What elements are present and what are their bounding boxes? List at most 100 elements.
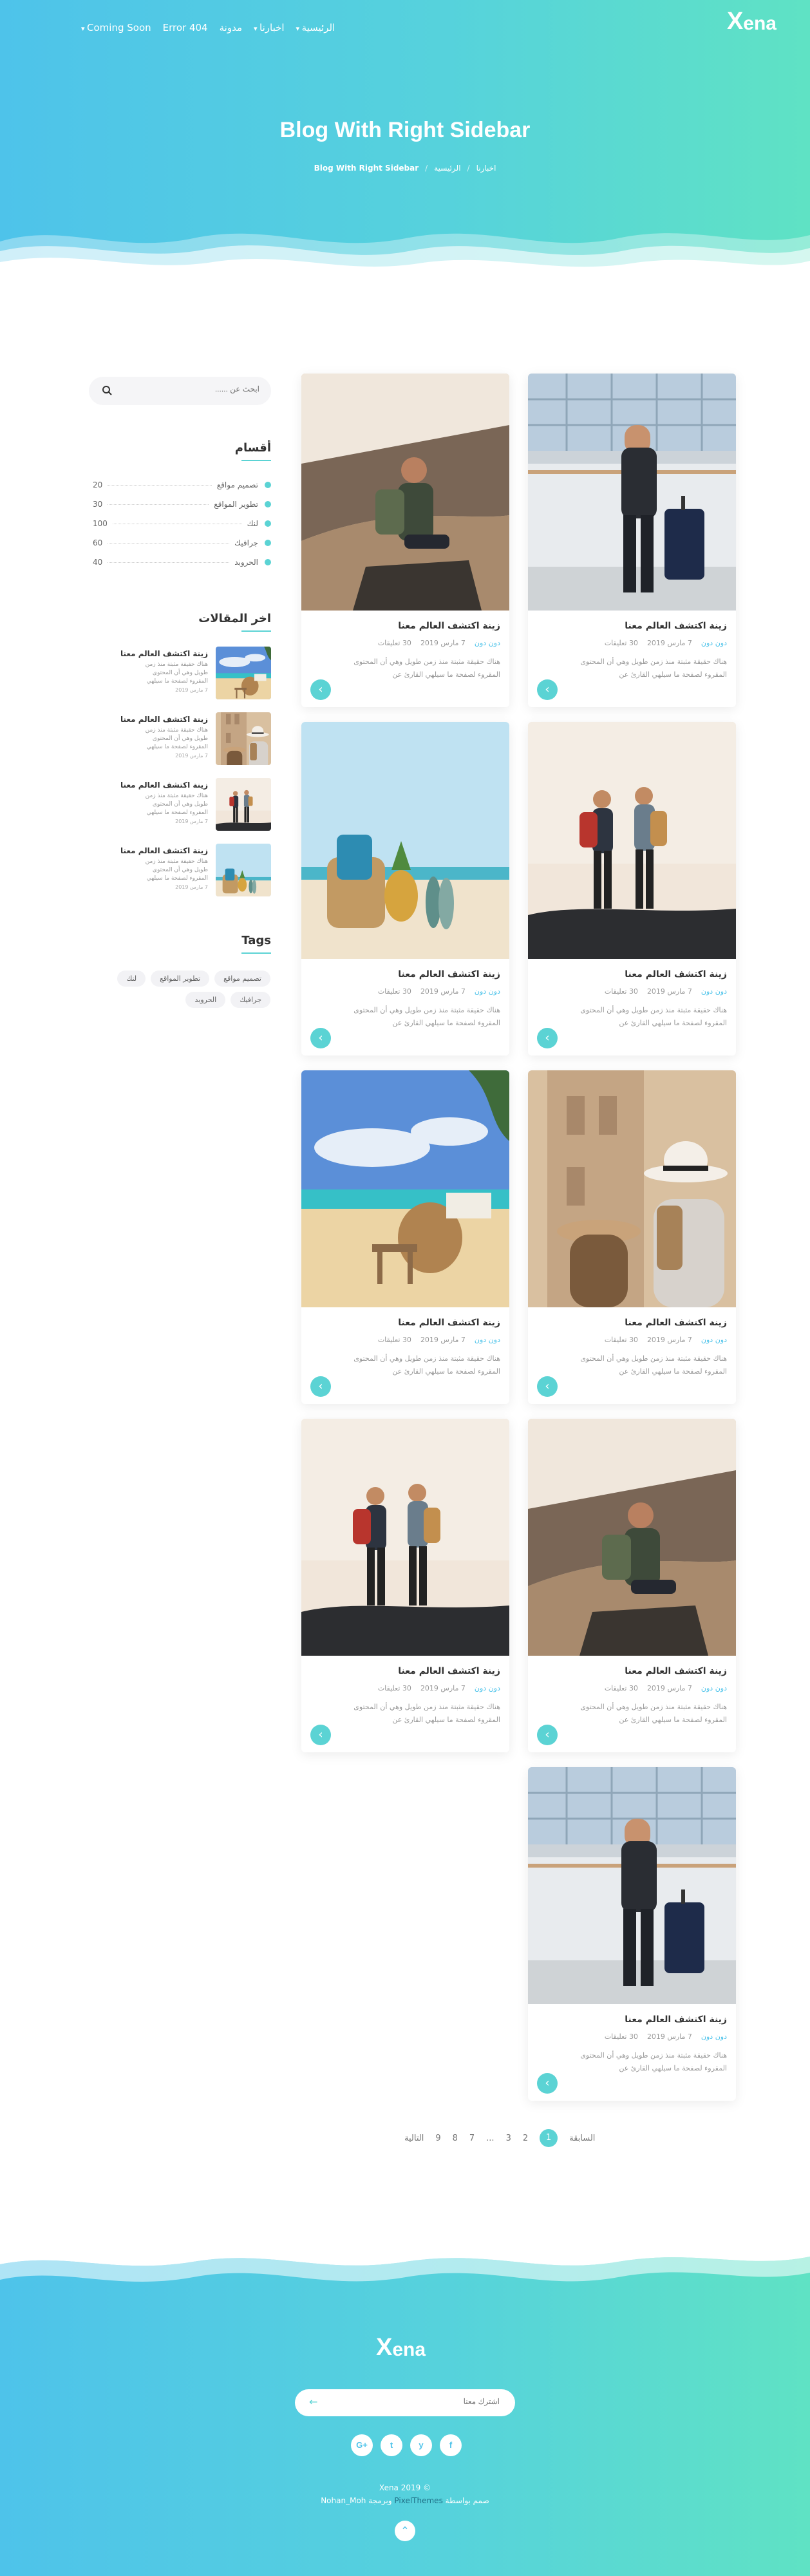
pagination-page[interactable]: 7 bbox=[469, 2134, 475, 2143]
post-author[interactable]: دون دون bbox=[475, 1684, 500, 1692]
category-name[interactable]: جرافيك bbox=[234, 538, 258, 547]
recent-post-title[interactable]: زينة اكتشف العالم معنا bbox=[120, 781, 208, 790]
category-name[interactable]: تطوير المواقع bbox=[214, 500, 258, 509]
search-icon[interactable] bbox=[102, 385, 112, 395]
recent-post[interactable]: زينة اكتشف العالم معنا هناك حقيقة مثبتة … bbox=[89, 712, 271, 765]
post-comments[interactable]: 30 تعليقات bbox=[378, 987, 411, 996]
post-card[interactable]: زينة اكتشف العالم معنا دون دون 7 مارس 201… bbox=[528, 374, 736, 707]
category-name[interactable]: الحروبد bbox=[234, 558, 258, 567]
category-item[interactable]: تصميم مواقع 20 bbox=[93, 478, 271, 491]
post-card[interactable]: زينة اكتشف العالم معنا دون دون 7 مارس 201… bbox=[301, 1419, 509, 1752]
post-card[interactable]: زينة اكتشف العالم معنا دون دون 7 مارس 201… bbox=[528, 1419, 736, 1752]
nav-news[interactable]: اخبارنا bbox=[254, 22, 285, 33]
post-image[interactable] bbox=[301, 722, 509, 959]
category-item[interactable]: تطوير المواقع 30 bbox=[93, 498, 271, 511]
read-more-button[interactable]: ‹ bbox=[310, 1028, 331, 1048]
recent-post[interactable]: زينة اكتشف العالم معنا هناك حقيقة مثبتة … bbox=[89, 647, 271, 699]
pagination-prev[interactable]: السابقة bbox=[569, 2134, 595, 2143]
post-author[interactable]: دون دون bbox=[701, 987, 727, 996]
post-card[interactable]: زينة اكتشف العالم معنا دون دون 7 مارس 201… bbox=[301, 722, 509, 1056]
arrow-left-icon[interactable]: ← bbox=[309, 2396, 317, 2408]
post-title[interactable]: زينة اكتشف العالم معنا bbox=[625, 1666, 727, 1676]
post-comments[interactable]: 30 تعليقات bbox=[378, 639, 411, 647]
post-title[interactable]: زينة اكتشف العالم معنا bbox=[625, 2014, 727, 2025]
site-logo[interactable]: Xena bbox=[727, 9, 777, 33]
search-input[interactable] bbox=[131, 384, 259, 393]
recent-post[interactable]: زينة اكتشف العالم معنا هناك حقيقة مثبتة … bbox=[89, 844, 271, 896]
footer-logo[interactable]: Xena bbox=[376, 2335, 426, 2360]
youtube-icon[interactable]: y bbox=[410, 2434, 432, 2456]
post-image[interactable] bbox=[301, 1419, 509, 1656]
pagination-page[interactable]: 3 bbox=[506, 2134, 511, 2143]
tag[interactable]: لنك bbox=[117, 971, 146, 987]
credit-author[interactable]: PixelThemes bbox=[394, 2496, 442, 2505]
tag[interactable]: الحروبد bbox=[185, 992, 226, 1008]
recent-post-title[interactable]: زينة اكتشف العالم معنا bbox=[120, 649, 208, 658]
post-title[interactable]: زينة اكتشف العالم معنا bbox=[625, 969, 727, 980]
post-author[interactable]: دون دون bbox=[475, 987, 500, 996]
recent-post-image[interactable] bbox=[216, 778, 271, 831]
read-more-button[interactable]: ‹ bbox=[310, 679, 331, 700]
pagination-current[interactable]: 1 bbox=[540, 2129, 558, 2147]
post-author[interactable]: دون دون bbox=[701, 639, 727, 647]
recent-post-image[interactable] bbox=[216, 844, 271, 896]
post-image[interactable] bbox=[528, 374, 736, 611]
post-card[interactable]: زينة اكتشف العالم معنا دون دون 7 مارس 201… bbox=[301, 1070, 509, 1404]
post-title[interactable]: زينة اكتشف العالم معنا bbox=[398, 1318, 500, 1328]
post-author[interactable]: دون دون bbox=[701, 1336, 727, 1344]
post-author[interactable]: دون دون bbox=[475, 639, 500, 647]
breadcrumb-news[interactable]: اخبارنا bbox=[476, 164, 496, 173]
google-plus-icon[interactable]: G+ bbox=[351, 2434, 373, 2456]
tag[interactable]: تطوير المواقع bbox=[151, 971, 210, 987]
pagination-page[interactable]: 9 bbox=[435, 2134, 440, 2143]
read-more-button[interactable]: ‹ bbox=[537, 1376, 558, 1397]
nav-home[interactable]: الرئيسية bbox=[296, 22, 335, 33]
pagination-next[interactable]: التالية bbox=[404, 2134, 424, 2143]
post-title[interactable]: زينة اكتشف العالم معنا bbox=[398, 969, 500, 980]
post-title[interactable]: زينة اكتشف العالم معنا bbox=[625, 1318, 727, 1328]
post-card[interactable]: زينة اكتشف العالم معنا دون دون 7 مارس 201… bbox=[528, 1767, 736, 2101]
subscribe-input[interactable] bbox=[371, 2397, 500, 2406]
post-card[interactable]: زينة اكتشف العالم معنا دون دون 7 مارس 201… bbox=[301, 374, 509, 707]
recent-post-title[interactable]: زينة اكتشف العالم معنا bbox=[120, 846, 208, 855]
post-comments[interactable]: 30 تعليقات bbox=[378, 1336, 411, 1344]
read-more-button[interactable]: ‹ bbox=[537, 1028, 558, 1048]
category-name[interactable]: لنك bbox=[247, 519, 258, 528]
post-title[interactable]: زينة اكتشف العالم معنا bbox=[398, 1666, 500, 1676]
post-image[interactable] bbox=[528, 1767, 736, 2004]
recent-post-image[interactable] bbox=[216, 647, 271, 699]
nav-error-404[interactable]: Error 404 bbox=[163, 22, 208, 33]
category-item[interactable]: الحروبد 40 bbox=[93, 556, 271, 569]
breadcrumb-home[interactable]: الرئيسية bbox=[434, 164, 460, 173]
recent-post-image[interactable] bbox=[216, 712, 271, 765]
credit-dev[interactable]: Nohan_Moh bbox=[321, 2496, 366, 2505]
back-to-top-button[interactable]: ⌃ bbox=[395, 2521, 415, 2541]
post-comments[interactable]: 30 تعليقات bbox=[605, 2032, 638, 2041]
read-more-button[interactable]: ‹ bbox=[537, 1725, 558, 1745]
post-image[interactable] bbox=[301, 1070, 509, 1307]
recent-post[interactable]: زينة اكتشف العالم معنا هناك حقيقة مثبتة … bbox=[89, 778, 271, 831]
read-more-button[interactable]: ‹ bbox=[537, 679, 558, 700]
post-title[interactable]: زينة اكتشف العالم معنا bbox=[398, 621, 500, 631]
post-card[interactable]: زينة اكتشف العالم معنا دون دون 7 مارس 201… bbox=[528, 1070, 736, 1404]
post-image[interactable] bbox=[528, 722, 736, 959]
post-image[interactable] bbox=[528, 1070, 736, 1307]
pagination-page[interactable]: 8 bbox=[453, 2134, 458, 2143]
twitter-icon[interactable]: t bbox=[381, 2434, 402, 2456]
tag[interactable]: تصميم مواقع bbox=[214, 971, 270, 987]
post-title[interactable]: زينة اكتشف العالم معنا bbox=[625, 621, 727, 631]
category-item[interactable]: جرافيك 60 bbox=[93, 536, 271, 549]
nav-coming-soon[interactable]: Coming Soon bbox=[81, 22, 151, 33]
category-item[interactable]: لنك 100 bbox=[93, 517, 271, 530]
tag[interactable]: جرافيك bbox=[231, 992, 270, 1008]
recent-post-title[interactable]: زينة اكتشف العالم معنا bbox=[120, 715, 208, 724]
read-more-button[interactable]: ‹ bbox=[310, 1376, 331, 1397]
read-more-button[interactable]: ‹ bbox=[537, 2073, 558, 2094]
post-comments[interactable]: 30 تعليقات bbox=[378, 1684, 411, 1692]
post-card[interactable]: زينة اكتشف العالم معنا دون دون 7 مارس 201… bbox=[528, 722, 736, 1056]
read-more-button[interactable]: ‹ bbox=[310, 1725, 331, 1745]
post-image[interactable] bbox=[528, 1419, 736, 1656]
post-comments[interactable]: 30 تعليقات bbox=[605, 1336, 638, 1344]
post-comments[interactable]: 30 تعليقات bbox=[605, 1684, 638, 1692]
pagination-page[interactable]: 2 bbox=[523, 2134, 528, 2143]
